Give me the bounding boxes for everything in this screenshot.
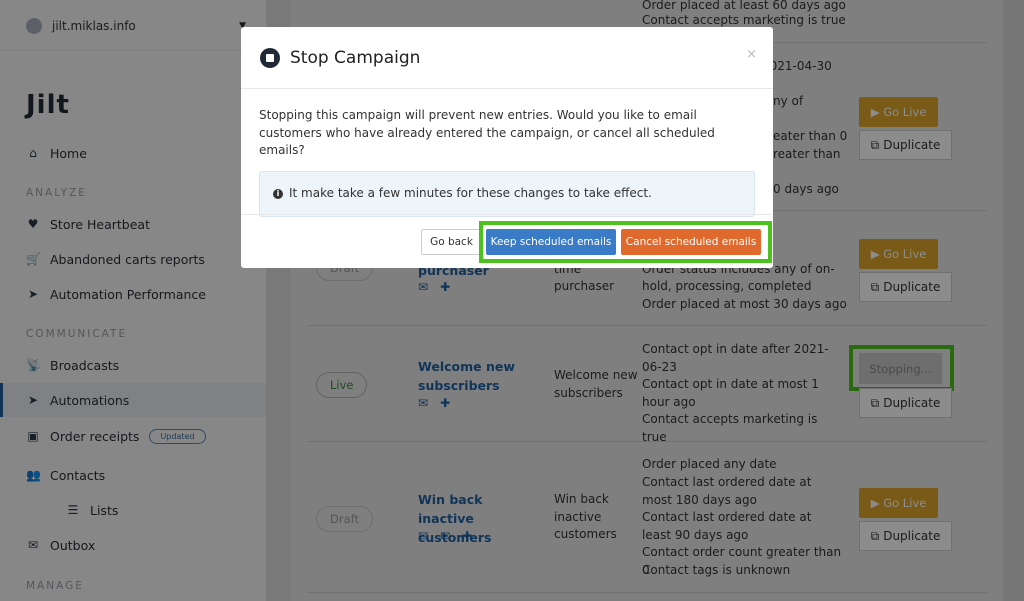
info-icon: i — [273, 188, 283, 199]
stop-circle-icon — [260, 47, 280, 68]
modal-header: Stop Campaign — [241, 27, 773, 89]
close-icon[interactable]: × — [746, 47, 757, 62]
modal-title: Stop Campaign — [290, 47, 421, 68]
stop-campaign-modal: Stop Campaign × Stopping this campaign w… — [241, 27, 773, 268]
highlight-box — [479, 221, 772, 263]
info-alert: i It make take a few minutes for these ch… — [259, 170, 755, 217]
info-text: It make take a few minutes for these cha… — [289, 185, 652, 200]
modal-footer — [241, 214, 773, 215]
go-back-button[interactable]: Go back — [421, 229, 482, 255]
modal-body-text: Stopping this campaign will prevent new … — [259, 108, 715, 157]
